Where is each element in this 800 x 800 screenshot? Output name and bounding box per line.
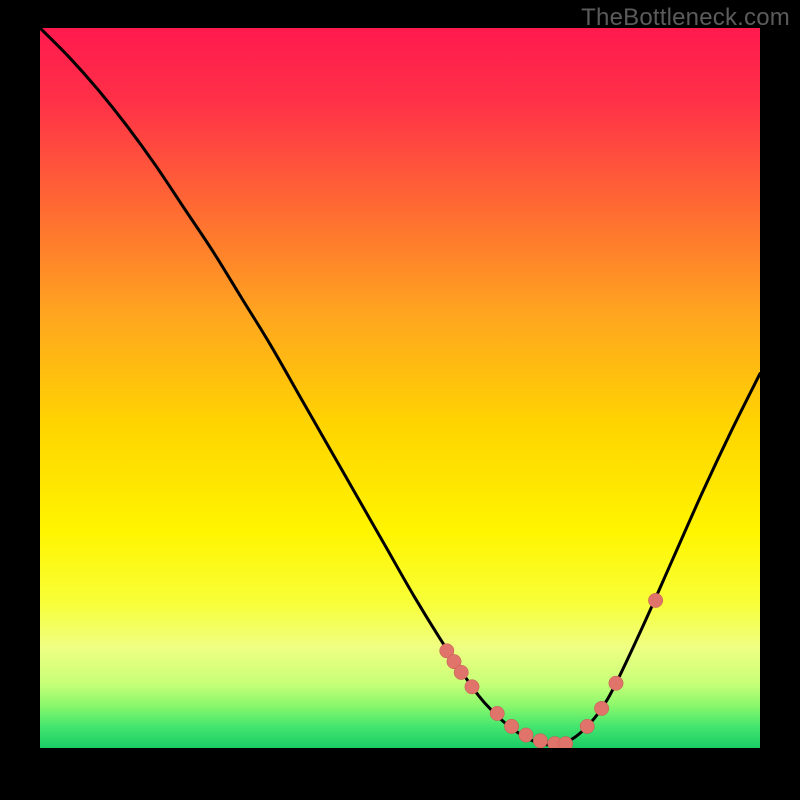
marker-point: [465, 680, 479, 694]
marker-point: [519, 728, 533, 742]
marker-point: [454, 665, 468, 679]
marker-point: [558, 736, 572, 748]
gradient-background: [40, 28, 760, 748]
marker-point: [490, 706, 504, 720]
marker-point: [648, 593, 662, 607]
marker-point: [609, 676, 623, 690]
chart-frame: TheBottleneck.com: [0, 0, 800, 800]
marker-point: [580, 719, 594, 733]
chart-svg: [40, 28, 760, 748]
marker-point: [504, 719, 518, 733]
marker-point: [594, 701, 608, 715]
watermark-text: TheBottleneck.com: [581, 4, 790, 32]
marker-point: [533, 734, 547, 748]
plot-area: [40, 28, 760, 748]
